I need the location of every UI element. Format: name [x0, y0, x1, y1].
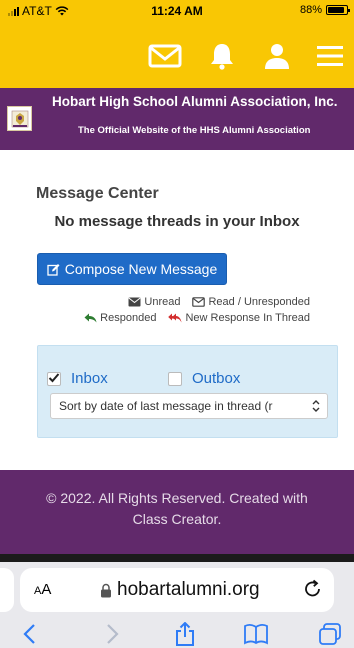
- sort-select-value: Sort by date of last message in thread (…: [59, 399, 273, 413]
- envelope-closed-icon: [128, 297, 141, 307]
- check-icon: [48, 372, 60, 382]
- footer-copyright: © 2022. All Rights Reserved. Created wit…: [46, 490, 308, 506]
- message-center: Message Center No message threads in you…: [0, 150, 354, 470]
- bell-icon[interactable]: [205, 42, 239, 70]
- legend-unread: Unread: [144, 296, 181, 308]
- site-title[interactable]: Hobart High School Alumni Association, I…: [52, 94, 352, 109]
- empty-inbox-message: No message threads in your Inbox: [54, 213, 300, 230]
- crest-icon: [11, 110, 28, 127]
- filter-panel: Inbox Outbox Sort by date of last messag…: [37, 345, 338, 438]
- safari-toolbar: AA hobartalumni.org: [0, 554, 354, 648]
- safari-nav-toolbar: [0, 620, 354, 648]
- select-chevron-icon: [311, 399, 321, 413]
- inbox-filter[interactable]: Inbox: [47, 370, 108, 387]
- address-bar[interactable]: AA hobartalumni.org: [20, 568, 334, 612]
- forward-arrow-icon[interactable]: [98, 622, 124, 646]
- lock-icon: [101, 583, 111, 597]
- reload-icon[interactable]: [302, 578, 324, 600]
- status-bar: AT&T 11:24 AM 88%: [0, 0, 354, 22]
- compose-message-button[interactable]: Compose New Message: [37, 253, 227, 285]
- url-display[interactable]: hobartalumni.org: [100, 579, 260, 601]
- legend-new-response: New Response In Thread: [185, 312, 310, 324]
- legend-row-1: Unread Read / Unresponded: [128, 296, 310, 308]
- battery-icon: [326, 5, 350, 15]
- reply-arrow-green-icon: [84, 313, 97, 323]
- sort-select[interactable]: Sort by date of last message in thread (…: [50, 393, 328, 419]
- battery-fill: [328, 7, 344, 13]
- safari-divider: [0, 554, 354, 562]
- tabs-icon[interactable]: [318, 622, 344, 646]
- user-icon[interactable]: [260, 42, 294, 70]
- inbox-checkbox[interactable]: [47, 371, 61, 386]
- reply-arrow-red-icon: [168, 313, 182, 323]
- inbox-label[interactable]: Inbox: [71, 370, 108, 387]
- legend-read-unresponded: Read / Unresponded: [208, 296, 310, 308]
- status-right: 88%: [299, 4, 350, 16]
- previous-tab-peek[interactable]: [0, 568, 14, 612]
- back-arrow-icon[interactable]: [18, 622, 44, 646]
- battery-percent: 88%: [299, 4, 322, 16]
- legend-responded: Responded: [100, 312, 157, 324]
- hamburger-menu-icon[interactable]: [315, 42, 345, 70]
- share-icon[interactable]: [172, 622, 198, 646]
- site-subtitle: The Official Website of the HHS Alumni A…: [78, 125, 311, 136]
- outbox-label[interactable]: Outbox: [192, 370, 240, 387]
- footer-class-creator-link[interactable]: Class Creator.: [0, 511, 354, 527]
- page-title: Message Center: [36, 185, 159, 202]
- top-nav: [0, 22, 354, 88]
- url-text: hobartalumni.org: [117, 579, 260, 600]
- school-logo[interactable]: [7, 106, 32, 131]
- outbox-checkbox[interactable]: [168, 371, 182, 386]
- site-header: Hobart High School Alumni Association, I…: [0, 88, 354, 150]
- compose-label: Compose New Message: [64, 261, 218, 277]
- edit-icon: [47, 263, 60, 276]
- site-footer: © 2022. All Rights Reserved. Created wit…: [0, 470, 354, 554]
- envelope-icon[interactable]: [148, 42, 182, 70]
- envelope-open-icon: [192, 297, 206, 307]
- text-size-button[interactable]: AA: [34, 581, 51, 598]
- outbox-filter[interactable]: Outbox: [168, 370, 240, 387]
- bookmarks-icon[interactable]: [243, 622, 269, 646]
- legend-row-2: Responded New Response In Thread: [84, 312, 310, 324]
